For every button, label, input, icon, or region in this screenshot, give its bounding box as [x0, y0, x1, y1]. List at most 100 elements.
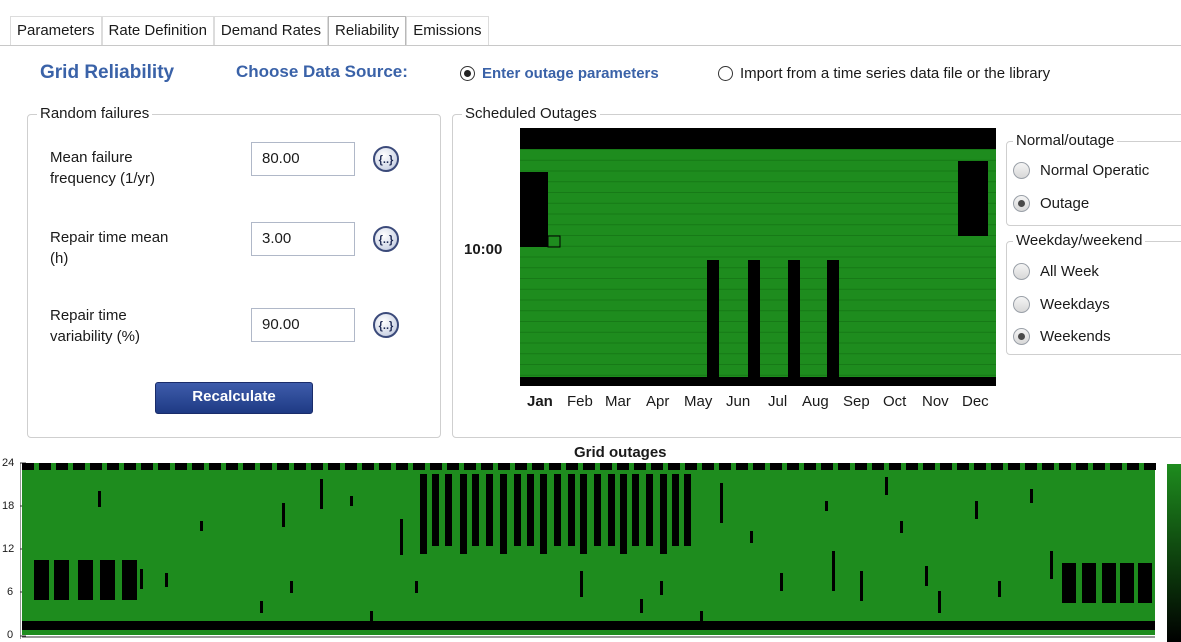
random-outage-mark: [885, 477, 888, 495]
top-band-cell: [124, 463, 136, 470]
random-outage-mark: [998, 581, 1001, 597]
top-band-cell: [872, 463, 884, 470]
top-band-cell: [736, 463, 748, 470]
radio-unselected-icon[interactable]: [1013, 263, 1030, 280]
summer-stripe: [594, 474, 601, 546]
option-weekends[interactable]: Weekends: [1013, 328, 1111, 345]
month-label-nov[interactable]: Nov: [922, 393, 949, 410]
random-outage-mark: [938, 591, 941, 613]
radio-unselected-icon[interactable]: [1013, 296, 1030, 313]
source-option-import-file[interactable]: Import from a time series data file or t…: [718, 65, 1050, 82]
top-band-cell: [311, 463, 323, 470]
summer-stripe: [500, 474, 507, 554]
top-band-cell: [192, 463, 204, 470]
random-outage-mark: [140, 569, 143, 589]
random-outage-mark: [580, 571, 583, 597]
grid-outages-heatmap: [20, 462, 1156, 639]
winter-block: [122, 560, 137, 600]
top-band-cell: [1076, 463, 1088, 470]
tab-rate-definition[interactable]: Rate Definition: [101, 16, 214, 45]
repair-mean-sensitivity-button[interactable]: {..}: [373, 226, 399, 252]
random-outage-mark: [720, 483, 723, 523]
random-outage-mark: [825, 501, 828, 511]
repair-variability-input[interactable]: 90.00: [251, 308, 355, 342]
option-weekdays[interactable]: Weekdays: [1013, 296, 1110, 313]
summer-stripe: [672, 474, 679, 546]
top-band-cell: [787, 463, 799, 470]
month-label-jun[interactable]: Jun: [726, 393, 750, 410]
top-band-cell: [821, 463, 833, 470]
random-outage-mark: [350, 496, 353, 506]
normal-outage-group: [1006, 141, 1181, 226]
repair-variability-label-line1: Repair time: [50, 307, 127, 324]
random-outage-mark: [640, 599, 643, 613]
month-label-dec[interactable]: Dec: [962, 393, 989, 410]
summer-stripe: [460, 474, 467, 554]
top-band-cell: [889, 463, 901, 470]
radio-selected-icon[interactable]: [460, 66, 475, 81]
source-option-enter-parameters[interactable]: Enter outage parameters: [460, 65, 659, 82]
mean-failure-label: Mean failure frequency (1/yr): [50, 147, 155, 189]
heatmap-colorbar: [1167, 464, 1181, 642]
random-outage-mark: [925, 566, 928, 586]
top-band-cell: [158, 463, 170, 470]
repair-mean-label-line2: (h): [50, 250, 69, 267]
outage-bar-may: [707, 260, 719, 377]
top-band-cell: [1025, 463, 1037, 470]
month-label-apr[interactable]: Apr: [646, 393, 669, 410]
summer-stripe: [420, 474, 427, 554]
winter-block: [34, 560, 49, 600]
option-outage[interactable]: Outage: [1013, 195, 1089, 212]
radio-selected-icon[interactable]: [1013, 328, 1030, 345]
top-band-cell: [141, 463, 153, 470]
repair-variability-sensitivity-button[interactable]: {..}: [373, 312, 399, 338]
summer-stripe: [540, 474, 547, 554]
top-band-cell: [685, 463, 697, 470]
month-label-oct[interactable]: Oct: [883, 393, 906, 410]
winter-block: [78, 560, 93, 600]
random-outage-mark: [1030, 489, 1033, 503]
top-band-cell: [464, 463, 476, 470]
tab-reliability[interactable]: Reliability: [327, 16, 407, 46]
radio-unselected-icon[interactable]: [1013, 162, 1030, 179]
weekday-weekend-label: Weekday/weekend: [1013, 232, 1146, 249]
month-label-may[interactable]: May: [684, 393, 712, 410]
month-label-jan[interactable]: Jan: [527, 393, 553, 410]
month-label-sep[interactable]: Sep: [843, 393, 870, 410]
top-band-cell: [1042, 463, 1054, 470]
random-outage-mark: [165, 573, 168, 587]
radio-unselected-icon[interactable]: [718, 66, 733, 81]
outage-band-bottom: [520, 377, 996, 386]
recalculate-button[interactable]: Recalculate: [155, 382, 313, 414]
winter-block: [1120, 563, 1134, 603]
month-label-mar[interactable]: Mar: [605, 393, 631, 410]
summer-stripe: [554, 474, 561, 546]
tab-demand-rates[interactable]: Demand Rates: [213, 16, 328, 45]
tab-parameters[interactable]: Parameters: [10, 16, 102, 45]
mean-failure-input[interactable]: 80.00: [251, 142, 355, 176]
choose-source-label: Choose Data Source:: [236, 62, 408, 81]
bottom-band: [22, 621, 1155, 630]
month-label-aug[interactable]: Aug: [802, 393, 829, 410]
top-band-cell: [260, 463, 272, 470]
option-all-week[interactable]: All Week: [1013, 263, 1099, 280]
option-outage-label: Outage: [1040, 195, 1090, 212]
summer-stripe: [432, 474, 439, 546]
top-band-cell: [1059, 463, 1071, 470]
repair-mean-input[interactable]: 3.00: [251, 222, 355, 256]
month-label-feb[interactable]: Feb: [567, 393, 593, 410]
radio-selected-icon[interactable]: [1013, 195, 1030, 212]
summer-stripe: [445, 474, 452, 546]
top-band-cell: [1127, 463, 1139, 470]
top-band-cell: [107, 463, 119, 470]
top-band-cell: [22, 463, 34, 470]
scheduled-outages-grid[interactable]: [520, 128, 996, 386]
top-band-cell: [770, 463, 782, 470]
top-band-cell: [226, 463, 238, 470]
top-band-cell: [328, 463, 340, 470]
summer-stripe: [568, 474, 575, 546]
tab-emissions[interactable]: Emissions: [406, 16, 489, 45]
mean-failure-sensitivity-button[interactable]: {..}: [373, 146, 399, 172]
month-label-jul[interactable]: Jul: [768, 393, 787, 410]
option-normal-operation[interactable]: Normal Operatic: [1013, 162, 1149, 179]
